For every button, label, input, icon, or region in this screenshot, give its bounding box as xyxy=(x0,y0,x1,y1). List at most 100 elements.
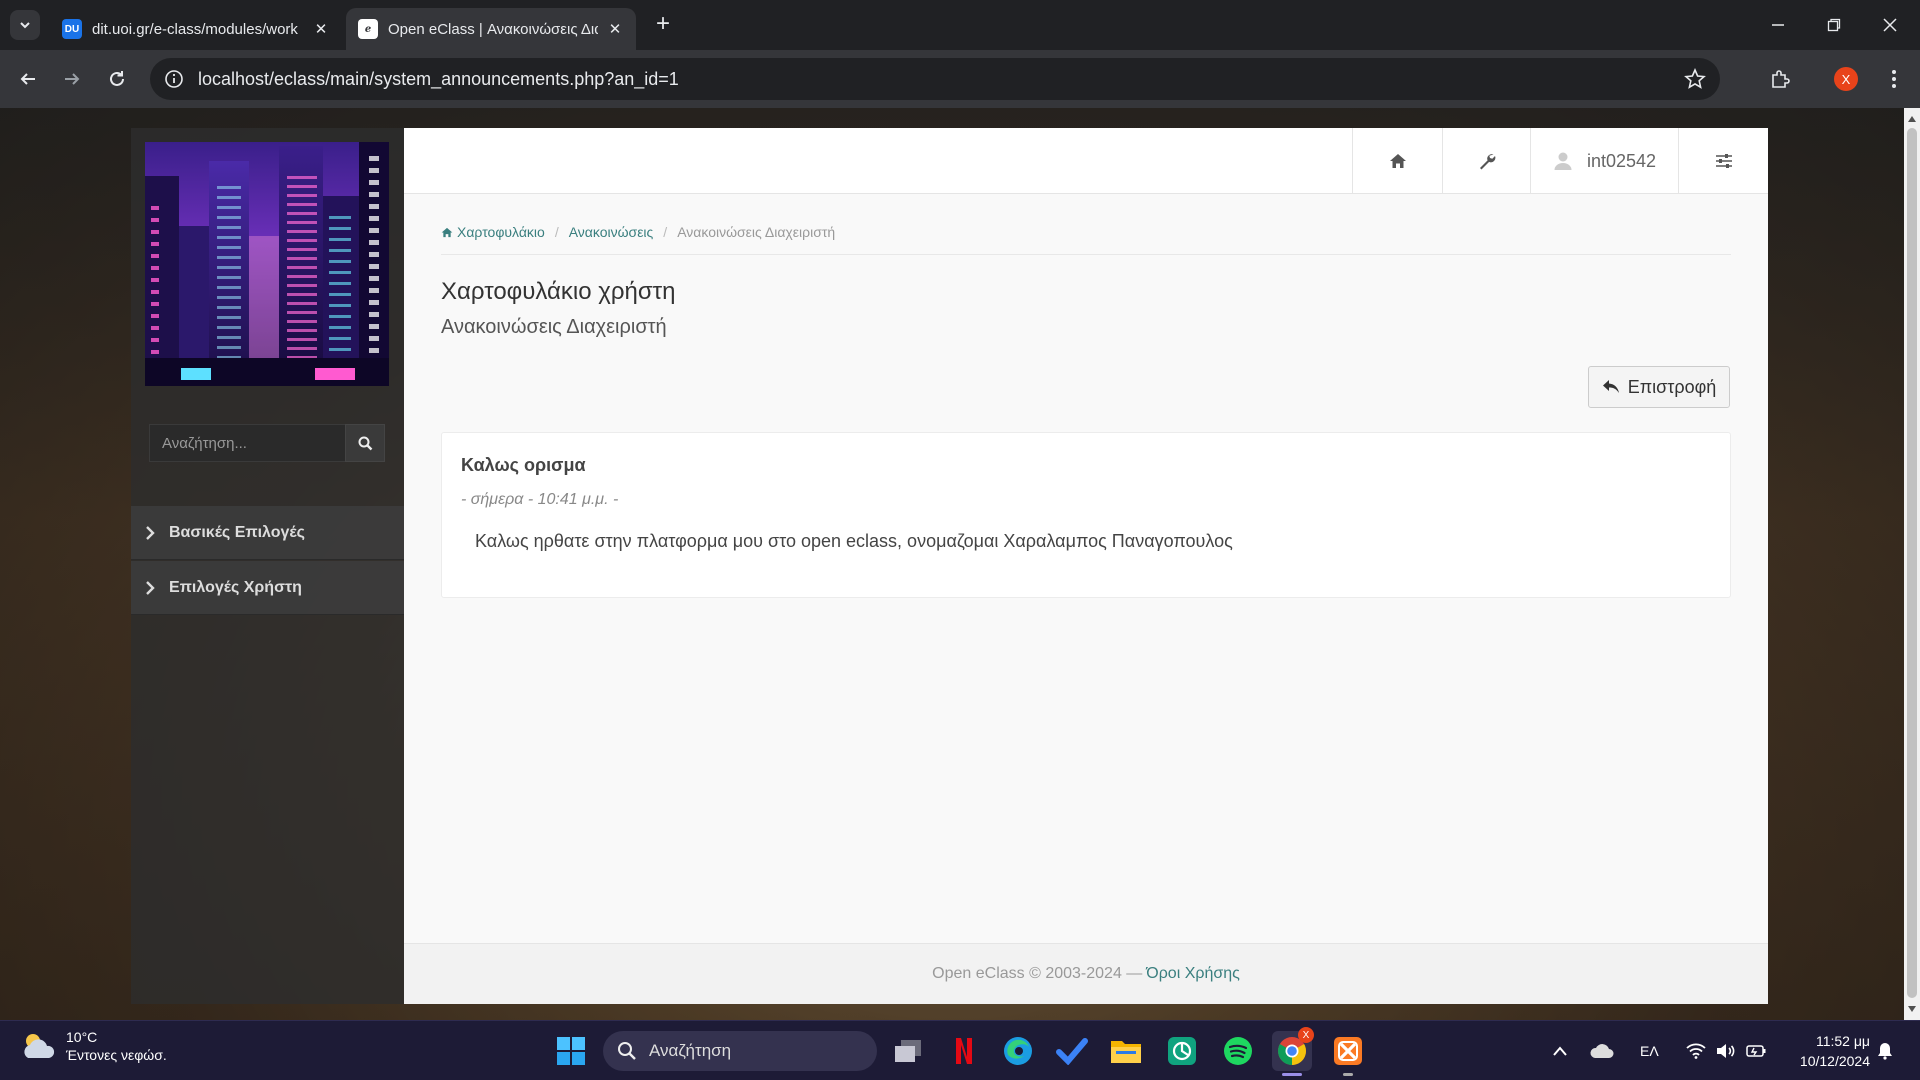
avatar: X xyxy=(1834,67,1858,91)
close-icon[interactable]: ✕ xyxy=(312,20,330,38)
page-footer: Open eClass © 2003-2024 — Όροι Χρήσης xyxy=(404,943,1768,1004)
puzzle-icon xyxy=(1772,70,1790,88)
scrollbar-thumb[interactable] xyxy=(1907,128,1917,998)
netflix-app[interactable] xyxy=(944,1031,984,1071)
edge-icon xyxy=(1004,1037,1032,1065)
announcement-date: - σήμερα - 10:41 μ.μ. - xyxy=(461,491,619,508)
restore-icon xyxy=(1827,18,1841,32)
user-icon xyxy=(1554,152,1572,170)
tab-title: Open eClass | Ανακοινώσεις Δια xyxy=(388,20,598,38)
home-icon xyxy=(1389,154,1406,168)
reload-button[interactable] xyxy=(101,63,133,95)
battery-icon xyxy=(1746,1045,1766,1057)
terms-link[interactable]: Όροι Χρήσης xyxy=(1146,965,1240,983)
announcement-card: Καλως ορισμα - σήμερα - 10:41 μ.μ. - Καλ… xyxy=(441,432,1731,598)
tools-button[interactable] xyxy=(1442,128,1530,194)
spotify-app[interactable] xyxy=(1218,1031,1258,1071)
chevron-right-icon xyxy=(145,580,155,595)
back-button-label: Επιστροφή xyxy=(1627,376,1717,397)
back-button[interactable] xyxy=(12,63,44,95)
page-subtitle: Ανακοινώσεις Διαχειριστή xyxy=(441,316,667,338)
start-button[interactable] xyxy=(551,1031,591,1071)
active-app-indicator xyxy=(1282,1073,1302,1076)
restore-button[interactable] xyxy=(1806,0,1862,50)
weather-widget[interactable]: 10°C Έντονες νεφώσ. xyxy=(20,1029,167,1063)
onedrive-tray[interactable] xyxy=(1590,1021,1614,1080)
wrench-icon xyxy=(1479,154,1495,170)
main-panel: int02542 Χαρτοφυλάκιο / Ανακοινώσεις / Α… xyxy=(404,128,1768,1004)
address-bar[interactable]: localhost/eclass/main/system_announcemen… xyxy=(150,58,1720,100)
taskbar-clock[interactable]: 11:52 μμ 10/12/2024 xyxy=(1780,1031,1870,1071)
folder-icon xyxy=(1111,1041,1141,1063)
browser-tab-eclass[interactable]: e Open eClass | Ανακοινώσεις Δια ✕ xyxy=(346,8,636,50)
page-scrollbar[interactable] xyxy=(1904,108,1920,1020)
search-icon xyxy=(618,1042,636,1060)
site-info-icon[interactable] xyxy=(154,58,194,100)
sidebar-search: Αναζήτηση... xyxy=(149,424,385,462)
extensions-button[interactable] xyxy=(1764,63,1796,95)
chatgpt-app[interactable] xyxy=(1162,1031,1202,1071)
taskbar-search[interactable]: Αναζήτηση xyxy=(603,1031,877,1071)
search-input[interactable]: Αναζήτηση... xyxy=(149,424,345,462)
taskbar-search-label: Αναζήτηση xyxy=(649,1041,732,1060)
forward-button[interactable] xyxy=(56,63,88,95)
running-app-indicator xyxy=(1343,1073,1353,1076)
xampp-app[interactable] xyxy=(1328,1031,1368,1071)
scroll-up-icon[interactable] xyxy=(1908,116,1916,122)
minimize-button[interactable] xyxy=(1750,0,1806,50)
chrome-app[interactable]: X xyxy=(1272,1027,1314,1071)
xampp-icon xyxy=(1334,1037,1362,1065)
wifi-tray[interactable] xyxy=(1686,1021,1706,1080)
bookmark-star-icon[interactable] xyxy=(1684,67,1706,95)
task-view-button[interactable] xyxy=(888,1031,928,1071)
username: int02542 xyxy=(1586,150,1657,171)
clock-date: 10/12/2024 xyxy=(1799,1053,1870,1069)
new-tab-button[interactable]: + xyxy=(648,10,678,40)
breadcrumb-announcements[interactable]: Ανακοινώσεις xyxy=(569,224,654,240)
language-indicator[interactable]: ΕΛ xyxy=(1640,1021,1659,1080)
footer-copyright: Open eClass © 2003-2024 — xyxy=(932,965,1143,982)
url-text: localhost/eclass/main/system_announcemen… xyxy=(198,68,679,89)
sidebar-item-basic-options[interactable]: Βασικές Επιλογές xyxy=(131,506,404,560)
close-icon xyxy=(1883,18,1897,32)
profile-button[interactable]: X xyxy=(1830,63,1862,95)
search-button[interactable] xyxy=(345,424,385,462)
cloud-sun-icon xyxy=(20,1030,56,1062)
settings-button[interactable] xyxy=(1678,128,1768,194)
notifications-button[interactable] xyxy=(1876,1021,1894,1080)
task-view-icon xyxy=(895,1040,921,1062)
eclass-icon: e xyxy=(358,19,378,39)
breadcrumb-portfolio[interactable]: Χαρτοφυλάκιο xyxy=(441,224,545,240)
battery-tray[interactable] xyxy=(1746,1021,1766,1080)
close-icon[interactable]: ✕ xyxy=(606,20,624,38)
volume-tray[interactable] xyxy=(1716,1021,1736,1080)
browser-toolbar: localhost/eclass/main/system_announcemen… xyxy=(0,50,1920,108)
show-hidden-icons[interactable] xyxy=(1552,1021,1568,1080)
breadcrumb-current: Ανακοινώσεις Διαχειριστή xyxy=(677,224,836,240)
sidebar-item-label: Βασικές Επιλογές xyxy=(169,523,305,541)
checkmark-icon xyxy=(1056,1038,1088,1065)
edge-app[interactable] xyxy=(998,1031,1038,1071)
scroll-down-icon[interactable] xyxy=(1908,1006,1916,1012)
weather-condition: Έντονες νεφώσ. xyxy=(66,1047,167,1063)
page-viewport: Αναζήτηση... Βασικές Επιλογές Επιλογές Χ… xyxy=(0,108,1904,1020)
back-button[interactable]: Επιστροφή xyxy=(1588,366,1730,408)
windows-icon xyxy=(557,1037,585,1065)
browser-tab-duth[interactable]: DU dit.uoi.gr/e-class/modules/work ✕ xyxy=(50,8,342,50)
home-button[interactable] xyxy=(1352,128,1442,194)
reply-icon xyxy=(1602,380,1619,393)
chrome-profile-badge: X xyxy=(1298,1027,1314,1043)
browser-menu-button[interactable] xyxy=(1878,63,1910,95)
file-explorer-app[interactable] xyxy=(1106,1031,1146,1071)
breadcrumb: Χαρτοφυλάκιο / Ανακοινώσεις / Ανακοινώσε… xyxy=(441,224,1731,255)
weather-temp: 10°C xyxy=(66,1029,98,1045)
breadcrumb-label: Χαρτοφυλάκιο xyxy=(457,224,545,240)
user-menu[interactable]: int02542 xyxy=(1530,128,1678,194)
spotify-icon xyxy=(1224,1037,1252,1065)
site-logo[interactable] xyxy=(145,142,389,386)
window-close-button[interactable] xyxy=(1862,0,1918,50)
page-title: Χαρτοφυλάκιο χρήστη xyxy=(441,278,676,305)
todo-app[interactable] xyxy=(1052,1031,1092,1071)
tab-search-button[interactable] xyxy=(10,10,40,40)
sidebar-item-user-options[interactable]: Επιλογές Χρήστη xyxy=(131,561,404,615)
